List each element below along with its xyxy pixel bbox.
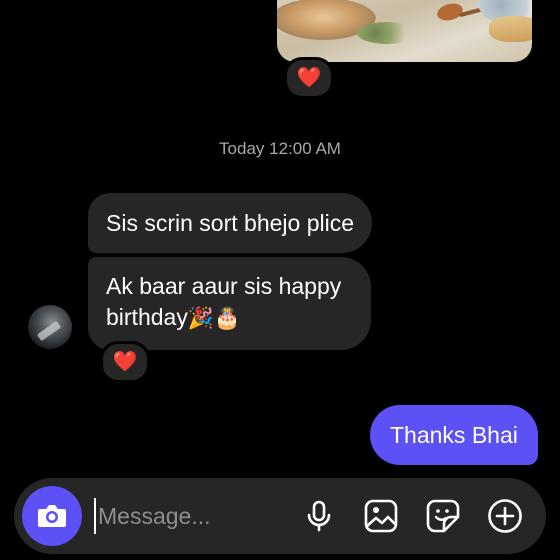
sticker-button[interactable] [424, 497, 462, 535]
gallery-icon [364, 499, 398, 533]
heart-reaction-message[interactable]: ❤️ [100, 341, 150, 383]
heart-icon: ❤️ [296, 67, 322, 89]
more-options-button[interactable] [486, 497, 524, 535]
party-cake-emoji: 🎉🎂 [187, 306, 241, 330]
outgoing-message[interactable]: Thanks Bhai [370, 405, 538, 465]
photo-bread [489, 16, 532, 42]
message-composer [14, 478, 546, 554]
plus-icon [488, 499, 522, 533]
shared-photo[interactable] [277, 0, 532, 62]
sticker-icon [426, 499, 460, 533]
heart-icon: ❤️ [112, 351, 138, 373]
photo-herbs [357, 22, 417, 44]
message-text: Sis scrin sort bhejo plice [106, 209, 354, 236]
incoming-message[interactable]: Ak baar aaur sis happy birthday🎉🎂 [88, 257, 371, 350]
message-text: Thanks Bhai [390, 421, 518, 448]
camera-button[interactable] [22, 486, 82, 546]
message-input[interactable] [94, 498, 288, 534]
incoming-message[interactable]: Sis scrin sort bhejo plice [88, 193, 372, 253]
microphone-icon [307, 500, 331, 532]
gallery-button[interactable] [362, 497, 400, 535]
heart-reaction-photo[interactable]: ❤️ [284, 57, 334, 99]
sender-avatar[interactable] [28, 305, 72, 349]
message-timestamp: Today 12:00 AM [219, 139, 341, 158]
camera-icon [38, 505, 66, 527]
voice-message-button[interactable] [300, 497, 338, 535]
